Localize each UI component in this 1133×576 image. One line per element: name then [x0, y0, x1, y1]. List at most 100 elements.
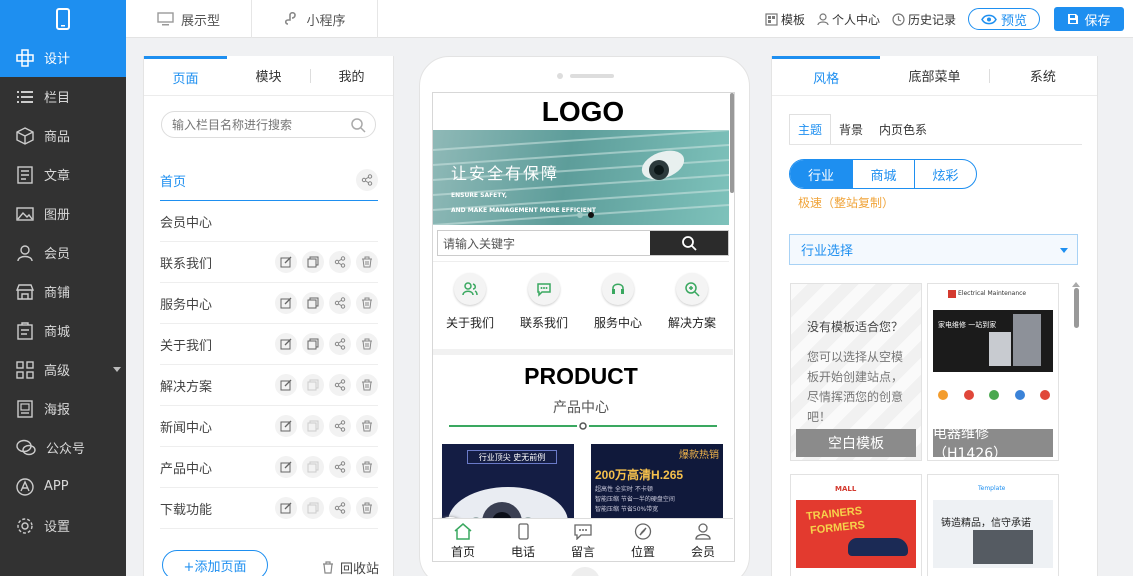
save-button[interactable]: 保存	[1054, 7, 1124, 31]
template-card-blank[interactable]: 没有模板适合您？ 您可以选择从空模板开始创建站点，尽情挥洒您的创意吧！ 空白模板	[790, 283, 922, 461]
trash-icon[interactable]	[356, 292, 378, 314]
copy-icon[interactable]	[302, 456, 324, 478]
page-item-downloads[interactable]: 下载功能	[160, 488, 378, 529]
template-card-h1426[interactable]: Electrical Maintenance 家电维修 一站到家 电器维修（H1…	[927, 283, 1059, 461]
bottom-nav-location[interactable]: 位置	[618, 519, 668, 561]
share-icon[interactable]	[329, 497, 351, 519]
add-page-button[interactable]: +添加页面	[162, 550, 268, 576]
copy-icon[interactable]	[302, 333, 324, 355]
sidebar-item-mall[interactable]: 商城	[0, 311, 126, 350]
subtab-theme[interactable]: 主题	[789, 114, 832, 144]
trash-icon[interactable]	[356, 497, 378, 519]
page-item-service[interactable]: 服务中心	[160, 283, 378, 324]
banner[interactable]: 让安全有保障 ENSURE SAFETY, AND MAKE MANAGEMEN…	[433, 130, 729, 225]
recycle-bin-link[interactable]: 回收站	[322, 558, 379, 576]
subtab-inner-colors[interactable]: 内页色系	[871, 114, 935, 144]
page-item-products[interactable]: 产品中心	[160, 447, 378, 488]
page-item-contact[interactable]: 联系我们	[160, 242, 378, 283]
sidebar-item-gallery[interactable]: 图册	[0, 194, 126, 233]
copy-icon[interactable]	[302, 251, 324, 273]
save-icon	[1068, 14, 1079, 24]
edit-icon[interactable]	[275, 415, 297, 437]
nav-contact[interactable]: 联系我们	[509, 273, 579, 343]
tab-display-type[interactable]: 展示型	[126, 0, 252, 38]
segment-colorful[interactable]: 炫彩	[914, 160, 976, 188]
industry-select[interactable]: 行业选择	[789, 234, 1078, 265]
site-search-input[interactable]: 请输入关键字	[438, 231, 650, 255]
sidebar-item-poster[interactable]: 海报	[0, 389, 126, 428]
copy-icon[interactable]	[302, 374, 324, 396]
share-icon[interactable]	[329, 415, 351, 437]
page-item-home[interactable]: 首页	[160, 160, 378, 201]
history-link[interactable]: 历史记录	[892, 11, 956, 28]
app-root: 展示型 小程序 模板 个人中心 历史记录 预览 保存 设计 栏目 商品 文章 图…	[0, 0, 1133, 576]
tab-mini-program[interactable]: 小程序	[252, 0, 378, 38]
sidebar-item-wechat[interactable]: 公众号	[0, 428, 126, 467]
page-item-solutions[interactable]: 解决方案	[160, 365, 378, 406]
bottom-nav-message[interactable]: 留言	[558, 519, 608, 561]
trash-icon[interactable]	[356, 374, 378, 396]
device-logo[interactable]	[0, 0, 126, 38]
edit-icon[interactable]	[275, 456, 297, 478]
subtab-background[interactable]: 背景	[831, 114, 871, 144]
trash-icon[interactable]	[356, 415, 378, 437]
tab-style[interactable]: 风格	[772, 56, 881, 95]
edit-icon[interactable]	[275, 292, 297, 314]
tab-pages[interactable]: 页面	[144, 56, 227, 95]
edit-icon[interactable]	[275, 333, 297, 355]
tab-modules[interactable]: 模块	[227, 56, 310, 95]
templates-scrollbar[interactable]	[1074, 288, 1079, 328]
search-icon[interactable]	[350, 117, 366, 133]
share-icon[interactable]	[329, 333, 351, 355]
phone-scrollbar[interactable]	[730, 93, 734, 193]
nav-about[interactable]: 关于我们	[435, 273, 505, 343]
nav-solutions[interactable]: 解决方案	[657, 273, 727, 343]
edit-icon[interactable]	[275, 497, 297, 519]
page-item-about[interactable]: 关于我们	[160, 324, 378, 365]
sidebar-item-shop[interactable]: 商铺	[0, 272, 126, 311]
sidebar-item-goods[interactable]: 商品	[0, 116, 126, 155]
segment-mall[interactable]: 商城	[852, 160, 914, 188]
trash-icon[interactable]	[356, 251, 378, 273]
sidebar-item-member[interactable]: 会员	[0, 233, 126, 272]
site-search-button[interactable]	[650, 231, 728, 255]
preview-button[interactable]: 预览	[968, 8, 1040, 30]
sidebar-item-column[interactable]: 栏目	[0, 77, 126, 116]
sidebar-item-design[interactable]: 设计	[0, 38, 126, 77]
share-icon[interactable]	[356, 169, 378, 191]
copy-icon[interactable]	[302, 415, 324, 437]
share-icon[interactable]	[329, 456, 351, 478]
share-icon[interactable]	[329, 251, 351, 273]
site-logo[interactable]: LOGO	[433, 93, 733, 130]
trash-icon[interactable]	[356, 333, 378, 355]
quick-nav: 关于我们 联系我们 服务中心 解决方案	[433, 273, 729, 343]
share-icon[interactable]	[329, 292, 351, 314]
nav-service[interactable]: 服务中心	[583, 273, 653, 343]
copy-icon[interactable]	[302, 292, 324, 314]
edit-icon[interactable]	[275, 251, 297, 273]
template-link[interactable]: 模板	[765, 11, 805, 28]
sidebar-item-advanced[interactable]: 高级	[0, 350, 126, 389]
sidebar-item-article[interactable]: 文章	[0, 155, 126, 194]
trash-icon[interactable]	[356, 456, 378, 478]
fast-copy-link[interactable]: 极速（整站复制）	[798, 194, 894, 211]
page-search-input[interactable]	[172, 117, 342, 132]
share-icon[interactable]	[329, 374, 351, 396]
bottom-nav-home[interactable]: 首页	[438, 519, 488, 561]
sidebar-item-settings[interactable]: 设置	[0, 506, 126, 545]
bottom-nav-phone[interactable]: 电话	[498, 519, 548, 561]
personal-center-link[interactable]: 个人中心	[817, 11, 880, 28]
sidebar-item-app[interactable]: APP	[0, 467, 126, 506]
chevron-up-icon[interactable]	[1072, 282, 1080, 287]
tab-system[interactable]: 系统	[988, 56, 1097, 95]
segment-industry[interactable]: 行业	[790, 160, 852, 188]
template-card-tech[interactable]: Template 铸造精品，信守承诺	[927, 474, 1059, 576]
tab-mine[interactable]: 我的	[310, 56, 393, 95]
copy-icon[interactable]	[302, 497, 324, 519]
edit-icon[interactable]	[275, 374, 297, 396]
tab-bottom-menu[interactable]: 底部菜单	[880, 56, 988, 95]
template-card-mall[interactable]: MALL TRAINERS FORMERS	[790, 474, 922, 576]
page-item-member-center[interactable]: 会员中心	[160, 201, 378, 242]
page-item-news[interactable]: 新闻中心	[160, 406, 378, 447]
bottom-nav-member[interactable]: 会员	[678, 519, 728, 561]
